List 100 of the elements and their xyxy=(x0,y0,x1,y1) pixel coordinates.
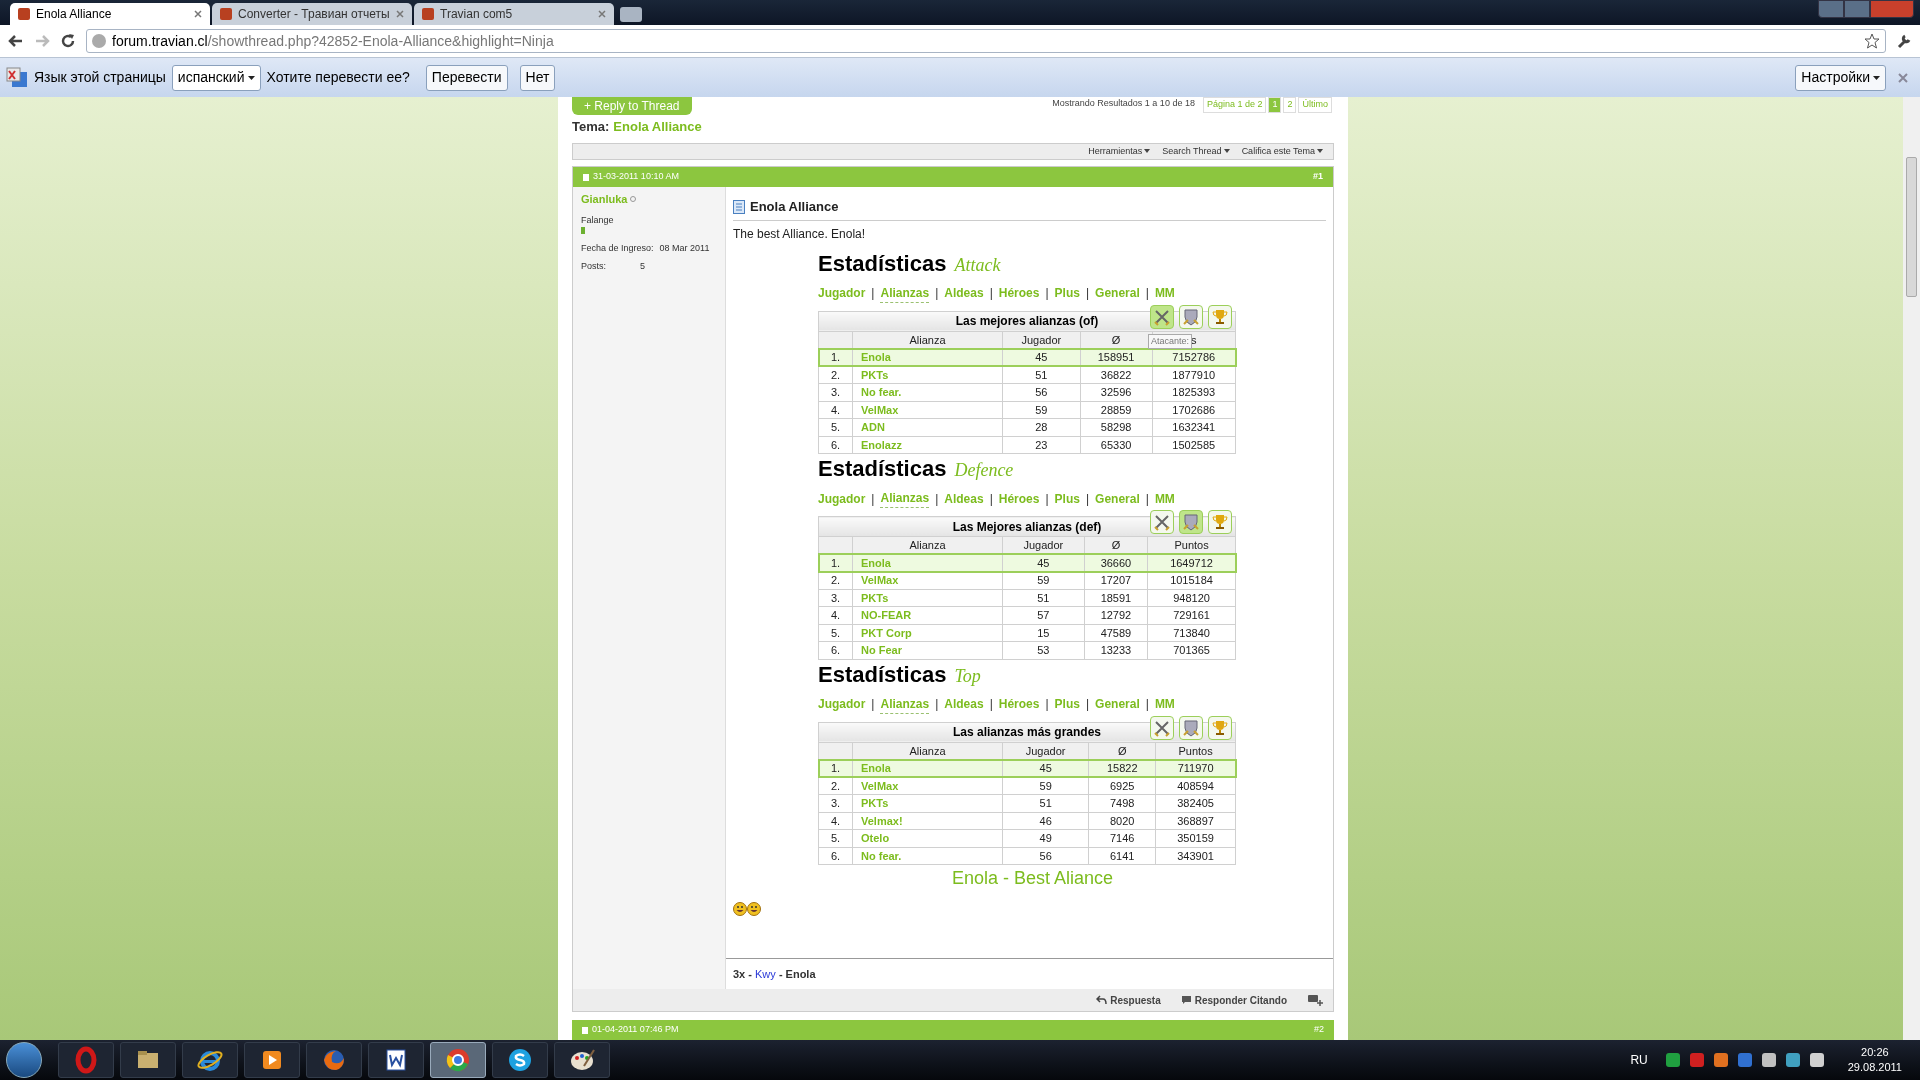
alliance-link[interactable]: PKT Corp xyxy=(852,624,1003,642)
clock-date[interactable]: 29.08.2011 xyxy=(1847,1060,1902,1075)
alliance-link[interactable]: No fear. xyxy=(852,847,1003,865)
alliance-link[interactable]: Velmax! xyxy=(852,812,1003,830)
alliance-link[interactable]: No fear. xyxy=(852,383,1003,401)
toolbar-menu[interactable]: Califica este Tema xyxy=(1241,144,1323,158)
settings-dropdown[interactable]: Настройки xyxy=(1795,64,1886,91)
close-icon[interactable] xyxy=(598,10,606,18)
maximize-button[interactable] xyxy=(1844,0,1870,18)
stats-mode-button[interactable] xyxy=(1150,510,1174,534)
wrench-icon[interactable] xyxy=(1896,33,1912,49)
taskbar-app-button[interactable] xyxy=(554,1042,610,1078)
stats-nav-link[interactable]: Alianzas xyxy=(880,283,930,303)
taskbar-app-button[interactable] xyxy=(120,1042,176,1078)
stats-nav-link[interactable]: MM xyxy=(1154,284,1175,302)
tray-icon[interactable] xyxy=(1785,1053,1800,1067)
tray-icon[interactable] xyxy=(1809,1053,1824,1067)
alliance-link[interactable]: NO-FEAR xyxy=(852,606,1003,624)
signature-link[interactable]: Kwy xyxy=(755,968,776,980)
alliance-link[interactable]: VelMax xyxy=(852,401,1003,419)
stats-nav-link[interactable]: Héroes xyxy=(998,489,1040,508)
alliance-link[interactable]: Enolazz xyxy=(852,436,1003,454)
alliance-link[interactable]: Otelo xyxy=(852,829,1003,847)
close-icon[interactable] xyxy=(1898,72,1908,83)
stats-mode-button[interactable] xyxy=(1179,715,1203,740)
stats-nav-link[interactable]: MM xyxy=(1154,695,1175,713)
alliance-link[interactable]: No Fear xyxy=(852,641,1003,659)
pagination-link[interactable]: 2 xyxy=(1283,97,1297,113)
reload-icon[interactable] xyxy=(60,33,76,49)
stats-nav-link[interactable]: General xyxy=(1095,489,1140,508)
stats-nav-link[interactable]: Héroes xyxy=(998,284,1040,302)
stats-nav-link[interactable]: Aldeas xyxy=(944,695,984,713)
alliance-link[interactable]: ADN xyxy=(852,418,1003,436)
alliance-link[interactable]: PKTs xyxy=(852,794,1003,812)
stats-mode-button[interactable] xyxy=(1150,715,1174,740)
stats-mode-button[interactable] xyxy=(1179,510,1203,534)
pagination-link[interactable]: Último xyxy=(1298,97,1332,113)
translate-button[interactable]: Перевести xyxy=(425,64,508,91)
stats-nav-link[interactable]: Aldeas xyxy=(944,284,984,302)
author-link[interactable]: Gianluka xyxy=(581,191,628,208)
toolbar-menu[interactable]: Search Thread xyxy=(1162,144,1230,158)
language-dropdown[interactable]: испанский xyxy=(171,64,261,91)
back-icon[interactable] xyxy=(8,33,24,49)
taskbar-app-button[interactable] xyxy=(492,1042,548,1078)
pagination-link[interactable]: 1 xyxy=(1268,97,1282,113)
reply-thread-button[interactable]: + Reply to Thread xyxy=(572,97,692,115)
post-icon xyxy=(582,1026,588,1034)
post-action-button[interactable]: Responder Citando xyxy=(1180,992,1287,1008)
tray-icon[interactable] xyxy=(1665,1053,1680,1067)
stats-nav-link[interactable]: Plus xyxy=(1054,489,1080,508)
taskbar-app-button[interactable] xyxy=(244,1042,300,1078)
stats-nav-link[interactable]: Alianzas xyxy=(880,694,930,714)
post-action-button[interactable]: Respuesta xyxy=(1096,992,1161,1008)
language-indicator[interactable]: RU xyxy=(1630,1051,1648,1069)
post-number[interactable]: #2 xyxy=(1314,1023,1324,1037)
reply-arrow-icon xyxy=(1096,995,1108,1005)
close-button[interactable] xyxy=(1870,0,1914,18)
toolbar-menu[interactable]: Herramientas xyxy=(1088,144,1151,158)
close-icon[interactable] xyxy=(194,10,202,18)
table-cell: 4. xyxy=(818,606,853,624)
alliance-link[interactable]: VelMax xyxy=(852,777,1003,795)
stats-mode-button[interactable] xyxy=(1208,715,1232,740)
taskbar-app-button[interactable] xyxy=(182,1042,238,1078)
stats-nav-link[interactable]: Jugador xyxy=(818,695,866,713)
stats-nav-link[interactable]: Aldeas xyxy=(944,489,984,508)
close-icon[interactable] xyxy=(396,10,404,18)
stats-mode-button[interactable] xyxy=(1208,510,1232,534)
stats-mode-button[interactable] xyxy=(1150,304,1174,329)
stats-nav-link[interactable]: General xyxy=(1095,284,1140,302)
address-field[interactable]: forum.travian.cl/showthread.php?42852-Enola-Alliance&highlight=Ninja xyxy=(86,29,1886,53)
alliance-link[interactable]: PKTs xyxy=(852,366,1003,384)
stats-nav-link[interactable]: Alianzas xyxy=(880,489,930,508)
stats-nav-link[interactable]: Jugador xyxy=(818,284,866,302)
stats-nav-link[interactable]: Héroes xyxy=(998,695,1040,713)
star-icon[interactable] xyxy=(1864,33,1880,49)
stats-mode-button[interactable] xyxy=(1208,304,1232,329)
minimize-button[interactable] xyxy=(1818,0,1844,18)
stats-mode-button[interactable] xyxy=(1179,304,1203,329)
start-button[interactable] xyxy=(6,1042,42,1078)
stats-nav-link[interactable]: Jugador xyxy=(818,489,866,508)
alliance-link[interactable]: PKTs xyxy=(852,589,1003,607)
multi-quote-icon[interactable] xyxy=(1307,994,1323,1006)
clock-time[interactable]: 20:26 xyxy=(1861,1045,1889,1060)
browser-tab[interactable]: Travian com5 xyxy=(414,3,614,25)
taskbar-app-button[interactable] xyxy=(368,1042,424,1078)
table-cell: 408594 xyxy=(1155,777,1236,795)
pagination-link[interactable]: Página 1 de 2 xyxy=(1202,97,1267,113)
tray-icon[interactable] xyxy=(1713,1053,1728,1067)
alliance-link[interactable]: VelMax xyxy=(852,571,1003,589)
table-cell: 56 xyxy=(1002,383,1081,401)
tray-icon[interactable] xyxy=(1761,1053,1776,1067)
stats-nav-link[interactable]: Plus xyxy=(1054,695,1080,713)
stats-nav-link[interactable]: Plus xyxy=(1054,284,1080,302)
browser-tab[interactable]: Converter - Травиан отчеты xyxy=(212,3,412,25)
browser-tab[interactable]: Enola Alliance xyxy=(10,3,210,25)
decline-button[interactable]: Нет xyxy=(519,64,556,91)
stats-nav-link[interactable]: General xyxy=(1095,695,1140,713)
post-number[interactable]: #1 xyxy=(1313,170,1323,184)
stats-nav-link[interactable]: MM xyxy=(1154,489,1175,508)
scrollbar[interactable] xyxy=(1903,97,1920,1040)
